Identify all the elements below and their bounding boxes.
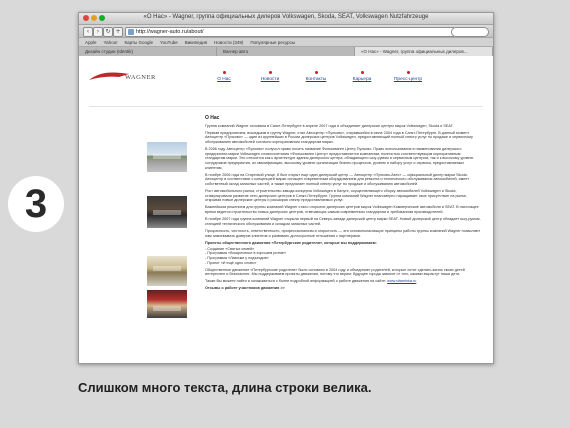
web-page: WAGNER О Нас Новости Контакты Карьера Пр… [79,56,493,363]
address-bar-url: http://wagner-auto.ru/about/ [136,29,204,35]
nav-item-about[interactable]: О Нас [201,71,247,82]
slide: 3 «О Нас» - Wagner, группа официальных д… [0,0,570,428]
bookmark-item[interactable]: YouTube [160,40,178,45]
paragraph: Общественное движение «Петербургские род… [205,267,465,277]
site-nav: О Нас Новости Контакты Карьера Пресс-цен… [201,71,431,82]
browser-toolbar: ‹ › ↻ + http://wagner-auto.ru/about/ [79,25,493,38]
nav-item-label[interactable]: Пресс-центр [394,77,422,82]
browser-tab-active[interactable]: «О Нас» - Wagner, группа официальных дил… [355,47,493,56]
bookmark-item[interactable]: Карты Google [124,40,153,45]
nav-item-label[interactable]: Новости [261,77,280,82]
nav-item-label[interactable]: Контакты [306,77,327,82]
browser-tab[interactable]: Вагнер авто [217,47,355,56]
showroom-photo [147,196,187,228]
bookmark-item[interactable]: Популярные ресурсы [250,40,295,45]
nav-dot-icon [222,71,226,74]
paragraph: В 2006 году Автоцентр «Пулково» получил … [205,147,474,170]
cars-photo [147,290,187,318]
forward-button[interactable]: › [93,27,103,37]
paragraph: Прозрачность, честность, ответственность… [205,228,481,238]
nav-item-label[interactable]: Карьера [353,77,372,82]
site-header: WAGNER О Нас Новости Контакты Карьера Пр… [89,62,483,107]
browser-window: «О Нас» - Wagner, группа официальных дил… [78,12,494,364]
site-favicon-icon [128,29,134,35]
slide-number-badge: 3 [8,176,64,232]
nav-dot-icon [268,71,272,74]
window-titlebar: «О Нас» - Wagner, группа официальных дил… [79,13,493,25]
paragraph: Рост автомобильного рынка, строительство… [205,189,468,203]
bookmark-item[interactable]: Apple [85,40,97,45]
site-logo[interactable]: WAGNER [125,74,156,81]
paragraph: Группа компаний Wagner основана в Санкт-… [205,123,454,128]
slide-caption: Слишком много текста, длина строки велик… [78,380,372,395]
back-button[interactable]: ‹ [83,27,93,37]
building-photo [147,256,187,286]
search-input[interactable] [451,27,489,37]
list-item: - Проект «И ещё одно слово» [205,260,257,265]
paragraph: В ноябре 2006 года на Стартовой улице, 8… [205,172,470,187]
nav-item-news[interactable]: Новости [247,71,293,82]
paragraph: В ноябре 2007 года группа компаний Wagne… [205,217,481,226]
bookmark-item[interactable]: Новости (349) [214,40,243,45]
nav-dot-icon [406,71,410,74]
address-bar[interactable]: http://wagner-auto.ru/about/ [125,27,455,37]
add-bookmark-button[interactable]: + [113,27,123,37]
nav-item-career[interactable]: Карьера [339,71,385,82]
projects-list: - Создание «Святых семей» - Программа «В… [205,247,481,266]
projects-heading: Проекты общественного движения «Петербур… [205,240,377,245]
bookmarks-bar: Apple Yahoo! Карты Google YouTube Википе… [79,38,493,47]
contact-text: Также Вы можете найти и ознакомиться с б… [205,279,387,284]
nav-dot-icon [314,71,318,74]
nav-item-contacts[interactable]: Контакты [293,71,339,82]
paragraph: Первым предприятием, вошедшим в группу W… [205,130,473,145]
nav-item-label[interactable]: О Нас [217,77,231,82]
nav-item-press[interactable]: Пресс-центр [385,71,431,82]
reload-button[interactable]: ↻ [103,27,113,37]
page-content: О Нас Группа компаний Wagner основана в … [205,116,481,293]
external-link[interactable]: www.vitaminka.ru [387,279,416,283]
dealership-photo [147,142,187,172]
slide-number: 3 [24,181,48,226]
bookmark-item[interactable]: Yahoo! [104,40,118,45]
reviews-link[interactable]: Отзывы о работе участников движения >> [205,286,481,291]
contact-paragraph: Также Вы можете найти и ознакомиться с б… [205,279,481,284]
bookmark-item[interactable]: Википедия [185,40,207,45]
browser-tab[interactable]: Дизайн студии (Identik) [79,47,217,56]
nav-dot-icon [360,71,364,74]
page-title: О Нас [205,115,220,121]
paragraph: Важнейшим решением для группы компаний W… [205,205,479,215]
window-title: «О Нас» - Wagner, группа официальных дил… [143,14,429,20]
